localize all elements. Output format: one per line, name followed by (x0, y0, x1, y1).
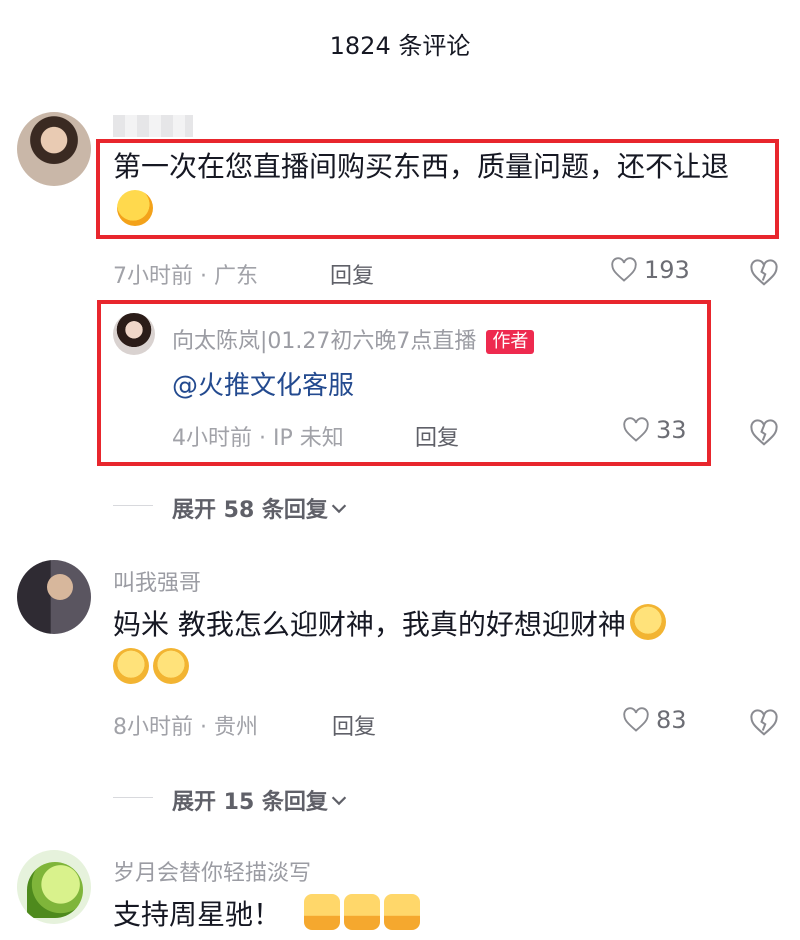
mention-link[interactable]: @火推文化客服 (172, 365, 354, 402)
divider-line (113, 505, 153, 506)
heart-outline-icon (623, 707, 649, 732)
like-count: 33 (656, 416, 687, 444)
reply-button[interactable]: 回复 (332, 709, 376, 741)
comment-text: 支持周星驰！ (113, 893, 763, 937)
pleading-emoji-icon (153, 648, 189, 684)
username[interactable]: 叫我强哥 (113, 565, 201, 597)
thumbs-up-emoji-icon (383, 894, 420, 930)
avatar[interactable] (17, 560, 91, 634)
chevron-down-icon (331, 504, 347, 514)
comments-title: 1824 条评论 (329, 32, 471, 60)
like-button[interactable]: 33 (622, 416, 687, 444)
divider-line (113, 797, 153, 798)
broken-heart-icon[interactable] (749, 258, 779, 288)
reply-time-location: 4小时前 · IP 未知 (172, 426, 344, 451)
reply-username[interactable]: 向太陈岚|01.27初六晚7点直播 作者 (172, 323, 535, 355)
comment-text: 第一次在您直播间购买东西，质量问题，还不让退 (113, 145, 763, 233)
like-button[interactable]: 193 (610, 256, 690, 284)
expand-replies-button[interactable]: 展开 15 条回复 (172, 784, 350, 816)
like-button[interactable]: 83 (622, 706, 687, 734)
reply-button[interactable]: 回复 (415, 420, 459, 452)
heart-outline-icon (623, 417, 649, 442)
laughing-emoji-icon (117, 190, 153, 226)
username[interactable]: 岁月会替你轻描淡写 (113, 855, 311, 887)
username-blurred[interactable] (113, 115, 193, 137)
avatar[interactable] (17, 112, 91, 186)
comment-time-location: 8小时前 · 贵州 (113, 715, 258, 740)
pleading-emoji-icon (629, 604, 666, 640)
chevron-down-icon (331, 796, 347, 806)
avatar[interactable] (17, 850, 91, 924)
expand-replies-button[interactable]: 展开 58 条回复 (172, 492, 350, 524)
comment-time-location: 7小时前 · 广东 (113, 264, 258, 289)
comment-text: 妈米 教我怎么迎财神，我真的好想迎财神 (113, 603, 763, 691)
like-count: 83 (656, 706, 687, 734)
heart-outline-icon (611, 257, 637, 282)
thumbs-up-emoji-icon (343, 894, 380, 930)
author-badge: 作者 (486, 330, 535, 354)
avatar[interactable] (113, 313, 155, 355)
pleading-emoji-icon (113, 648, 149, 684)
broken-heart-icon[interactable] (749, 418, 779, 448)
thumbs-up-emoji-icon (303, 894, 340, 930)
like-count: 193 (644, 256, 690, 284)
reply-button[interactable]: 回复 (330, 258, 374, 290)
broken-heart-icon[interactable] (749, 708, 779, 738)
